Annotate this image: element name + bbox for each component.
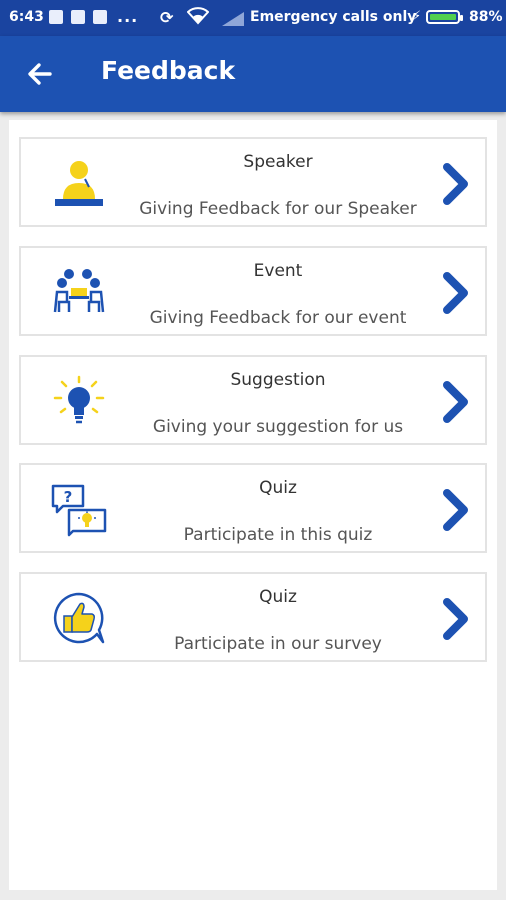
card-subtitle: Giving your suggestion for us <box>152 417 404 437</box>
thumbs-up-icon <box>53 592 105 644</box>
signal-icon <box>222 12 244 30</box>
wifi-icon <box>186 7 210 29</box>
battery-icon <box>426 10 463 24</box>
speaker-podium-icon <box>55 161 103 206</box>
status-time: 6:43 <box>9 9 44 25</box>
notification-icon <box>93 10 107 24</box>
sync-off-icon: ⟳ <box>160 8 174 27</box>
card-subtitle: Giving Feedback for our event <box>149 308 407 328</box>
feedback-card-suggestion[interactable]: Suggestion Giving your suggestion for us <box>19 355 487 445</box>
notification-icon <box>71 10 85 24</box>
card-subtitle: Giving Feedback for our Speaker <box>139 199 417 219</box>
chevron-right-icon <box>443 272 468 314</box>
chevron-right-icon <box>443 163 468 205</box>
quiz-chat-icon: ? <box>51 484 107 537</box>
card-title: Suggestion <box>230 370 326 390</box>
chevron-right-icon <box>443 381 468 423</box>
carrier-text: Emergency calls only <box>250 9 417 25</box>
feedback-card-event[interactable]: Event Giving Feedback for our event <box>19 246 487 336</box>
chevron-right-icon <box>443 598 468 640</box>
feedback-card-survey[interactable]: Quiz Participate in our survey <box>19 572 487 662</box>
more-notifications-indicator: ... <box>117 7 139 26</box>
card-title: Event <box>253 261 303 281</box>
card-title: Speaker <box>243 152 313 172</box>
feedback-list: Speaker Giving Feedback for our Speaker … <box>9 120 497 890</box>
app-bar: Feedback <box>0 36 506 112</box>
card-subtitle: Participate in this quiz <box>183 525 373 545</box>
notification-icon <box>49 10 63 24</box>
feedback-card-speaker[interactable]: Speaker Giving Feedback for our Speaker <box>19 137 487 227</box>
svg-text:?: ? <box>64 488 73 506</box>
lightbulb-icon <box>53 375 105 424</box>
status-bar: 6:43 ... ⟳ Emergency calls only ⚡ 88% <box>0 0 506 36</box>
battery-percentage: 88% <box>469 9 503 25</box>
chevron-right-icon <box>443 489 468 531</box>
event-meeting-icon <box>53 269 105 313</box>
page-title: Feedback <box>101 56 236 85</box>
card-title: Quiz <box>259 478 297 498</box>
feedback-card-quiz[interactable]: ? Quiz Participate in this quiz <box>19 463 487 553</box>
card-subtitle: Participate in our survey <box>174 634 382 654</box>
arrow-left-icon <box>28 63 52 85</box>
charging-icon: ⚡ <box>412 9 422 24</box>
back-button[interactable] <box>24 58 56 90</box>
card-title: Quiz <box>259 587 297 607</box>
